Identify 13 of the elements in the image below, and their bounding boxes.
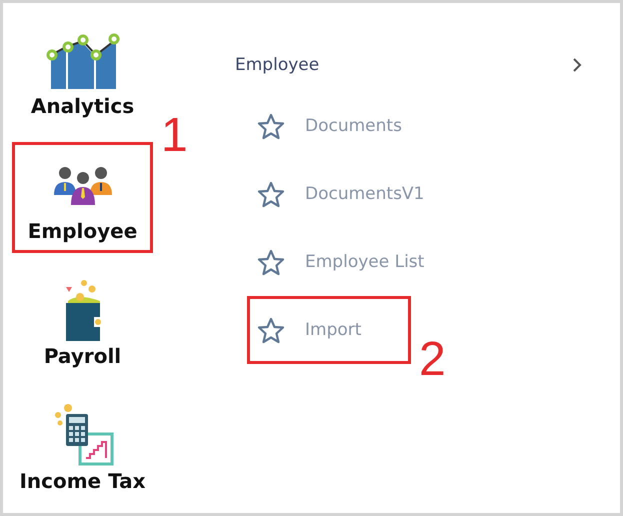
star-icon[interactable] bbox=[257, 316, 285, 344]
star-icon[interactable] bbox=[257, 248, 285, 276]
people-icon bbox=[52, 165, 112, 207]
chevron-icon[interactable] bbox=[572, 58, 582, 72]
callout-number: 1 bbox=[161, 112, 188, 160]
menu-heading: Employee bbox=[235, 55, 320, 75]
sidebar-item[interactable]: Payroll bbox=[12, 267, 153, 378]
callout-number: 2 bbox=[419, 336, 446, 384]
sidebar-item[interactable]: Analytics bbox=[12, 17, 153, 128]
star-icon[interactable] bbox=[257, 180, 285, 208]
chart-icon bbox=[46, 33, 120, 89]
sidebar-item[interactable]: Income Tax bbox=[12, 392, 153, 503]
star-icon[interactable] bbox=[257, 112, 285, 140]
